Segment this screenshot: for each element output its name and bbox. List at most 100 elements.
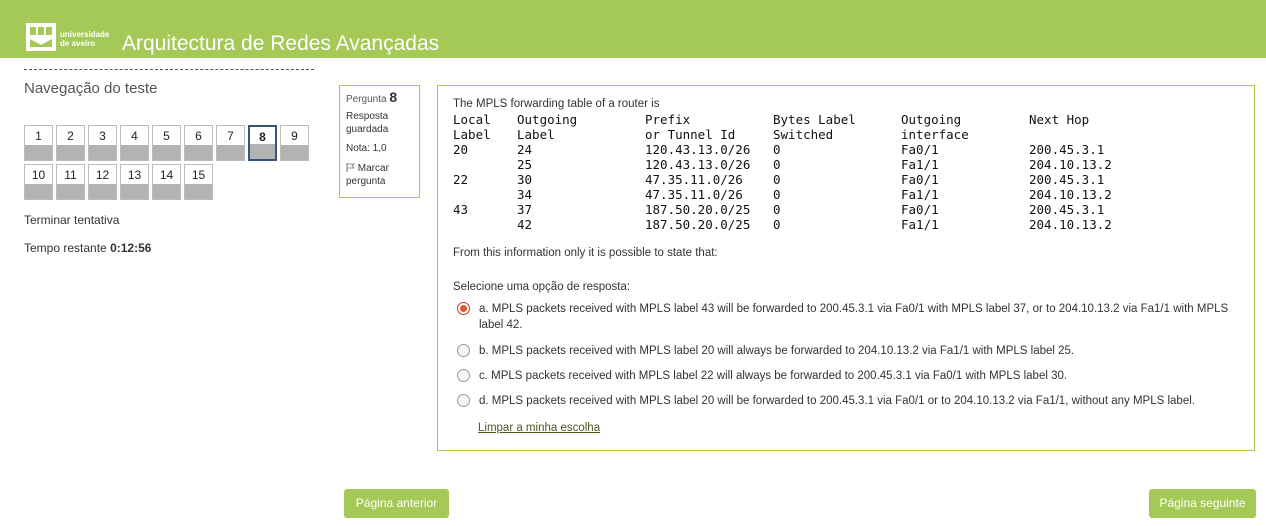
clear-choice-link[interactable]: Limpar a minha escolha bbox=[478, 422, 600, 434]
logo-mark-icon bbox=[26, 23, 56, 51]
question-nav-button[interactable]: 11 bbox=[56, 164, 85, 200]
table-cell: 187.50.20.0/25 bbox=[645, 202, 751, 217]
header-cell: Next Hop bbox=[1029, 112, 1090, 127]
logo-text: universidade de aveiro bbox=[60, 30, 109, 48]
question-nav-number: 11 bbox=[64, 168, 77, 182]
flag-question-button[interactable]: Marcar pergunta bbox=[346, 162, 413, 188]
header-cell: interface bbox=[901, 127, 969, 142]
answer-option-text: d. MPLS packets received with MPLS label… bbox=[479, 395, 1195, 407]
answer-option-text: c. MPLS packets received with MPLS label… bbox=[479, 370, 1068, 382]
question-label: Pergunta bbox=[346, 94, 387, 105]
question-nav-button[interactable]: 7 bbox=[216, 125, 245, 161]
radio-a[interactable] bbox=[457, 302, 470, 315]
next-page-button[interactable]: Página seguinte bbox=[1149, 489, 1256, 518]
question-content: The MPLS forwarding table of a router is… bbox=[437, 85, 1255, 451]
question-nav-button[interactable]: 2 bbox=[56, 125, 85, 161]
time-remaining: Tempo restante 0:12:56 bbox=[24, 241, 151, 255]
question-nav-number: 4 bbox=[131, 129, 138, 143]
quiz-navigation-title: Navegação do teste bbox=[24, 80, 158, 97]
answer-option-text: b. MPLS packets received with MPLS label… bbox=[479, 345, 1075, 357]
answered-indicator bbox=[153, 184, 180, 199]
header-cell: Label bbox=[453, 127, 491, 142]
question-nav-number: 7 bbox=[227, 129, 234, 143]
question-nav-button[interactable]: 4 bbox=[120, 125, 149, 161]
question-state: Resposta guardada bbox=[346, 111, 389, 135]
table-cell: 37 bbox=[517, 202, 533, 217]
table-cell: Fa0/1 bbox=[901, 142, 939, 157]
table-cell: 43 bbox=[453, 202, 469, 217]
header-cell: Local bbox=[453, 112, 491, 127]
question-nav-button[interactable]: 12 bbox=[88, 164, 117, 200]
question-nav-button[interactable]: 5 bbox=[152, 125, 181, 161]
answered-indicator bbox=[185, 145, 212, 160]
university-logo[interactable]: universidade de aveiro bbox=[26, 21, 116, 53]
table-cell: 30 bbox=[517, 172, 533, 187]
table-cell: 120.43.13.0/26 bbox=[645, 157, 751, 172]
answered-indicator bbox=[185, 184, 212, 199]
table-cell: 200.45.3.1 bbox=[1029, 202, 1105, 217]
question-nav-button[interactable]: 15 bbox=[184, 164, 213, 200]
question-nav-number: 9 bbox=[291, 129, 298, 143]
radio-b[interactable] bbox=[457, 344, 470, 357]
answered-indicator bbox=[57, 184, 84, 199]
question-number-line: Pergunta 8 bbox=[346, 90, 413, 106]
question-nav-number: 2 bbox=[67, 129, 74, 143]
table-cell: 187.50.20.0/25 bbox=[645, 217, 751, 232]
table-cell: Fa1/1 bbox=[901, 217, 939, 232]
table-cell: 0 bbox=[773, 217, 781, 232]
question-nav-button[interactable]: 9 bbox=[280, 125, 309, 161]
table-cell: Fa1/1 bbox=[901, 157, 939, 172]
finish-attempt-link[interactable]: Terminar tentativa bbox=[24, 213, 119, 227]
site-header: universidade de aveiro Arquitectura de R… bbox=[0, 0, 1266, 58]
header-cell: or Tunnel Id bbox=[645, 127, 736, 142]
table-cell: Fa0/1 bbox=[901, 172, 939, 187]
nav-divider bbox=[24, 69, 314, 70]
question-nav-button[interactable]: 14 bbox=[152, 164, 181, 200]
table-cell: 47.35.11.0/26 bbox=[645, 172, 743, 187]
question-intro: The MPLS forwarding table of a router is bbox=[453, 98, 660, 110]
header-cell: Outgoing bbox=[901, 112, 962, 127]
answered-indicator bbox=[89, 184, 116, 199]
radio-c[interactable] bbox=[457, 369, 470, 382]
logo-text-line1: universidade bbox=[60, 30, 110, 39]
question-nav-button[interactable]: 6 bbox=[184, 125, 213, 161]
logo-text-line2: de aveiro bbox=[60, 39, 96, 48]
header-cell: Outgoing bbox=[517, 112, 578, 127]
answered-indicator bbox=[250, 144, 275, 159]
question-nav-button[interactable]: 3 bbox=[88, 125, 117, 161]
radio-d[interactable] bbox=[457, 394, 470, 407]
table-cell: 0 bbox=[773, 202, 781, 217]
header-cell: Switched bbox=[773, 127, 834, 142]
table-cell: Fa0/1 bbox=[901, 202, 939, 217]
answered-indicator bbox=[217, 145, 244, 160]
question-nav-button[interactable]: 13 bbox=[120, 164, 149, 200]
question-nav-button[interactable]: 1 bbox=[24, 125, 53, 161]
answered-indicator bbox=[121, 184, 148, 199]
question-nav-number: 6 bbox=[195, 129, 202, 143]
question-nav-number: 12 bbox=[95, 168, 110, 182]
timer-label: Tempo restante bbox=[24, 241, 107, 255]
table-cell: 47.35.11.0/26 bbox=[645, 187, 743, 202]
table-cell: 20 bbox=[453, 142, 469, 157]
question-nav-number: 1 bbox=[35, 129, 42, 143]
flag-icon bbox=[346, 163, 355, 172]
table-cell: Fa1/1 bbox=[901, 187, 939, 202]
table-cell: 0 bbox=[773, 157, 781, 172]
question-text: From this information only it is possibl… bbox=[453, 247, 718, 259]
header-cell: Bytes Label bbox=[773, 112, 856, 127]
table-cell: 24 bbox=[517, 142, 533, 157]
question-nav-button[interactable]: 8 bbox=[248, 125, 277, 161]
timer-value: 0:12:56 bbox=[110, 241, 152, 255]
answered-indicator bbox=[25, 145, 52, 160]
answered-indicator bbox=[153, 145, 180, 160]
table-cell: 34 bbox=[517, 187, 533, 202]
question-nav-number: 15 bbox=[191, 168, 206, 182]
previous-page-button[interactable]: Página anterior bbox=[344, 489, 449, 518]
question-nav-button[interactable]: 10 bbox=[24, 164, 53, 200]
answer-prompt: Selecione uma opção de resposta: bbox=[453, 281, 631, 293]
table-cell: 204.10.13.2 bbox=[1029, 157, 1112, 172]
site-title[interactable]: Arquitectura de Redes Avançadas bbox=[122, 32, 439, 56]
question-nav-number: 14 bbox=[159, 168, 174, 182]
question-nav-number: 13 bbox=[127, 168, 142, 182]
answered-indicator bbox=[57, 145, 84, 160]
